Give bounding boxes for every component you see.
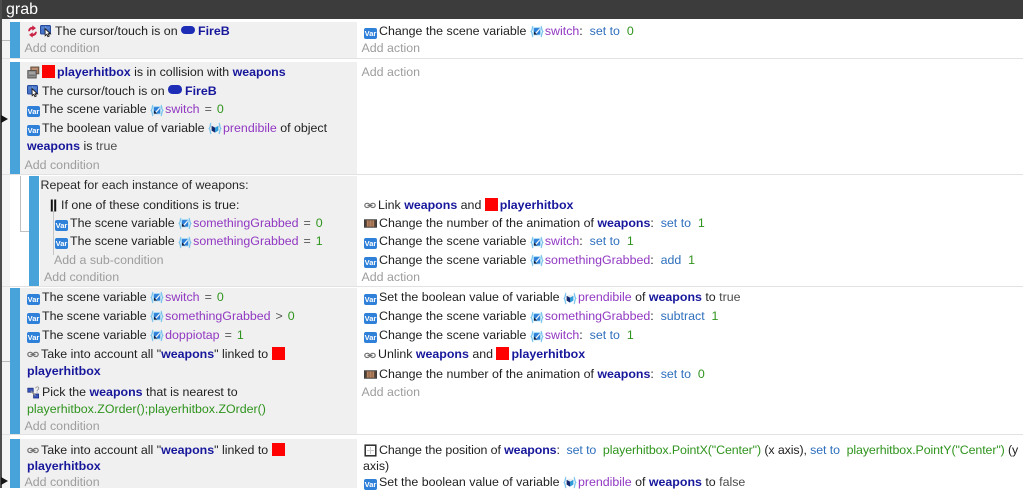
svg-text:?: ? bbox=[35, 386, 40, 394]
